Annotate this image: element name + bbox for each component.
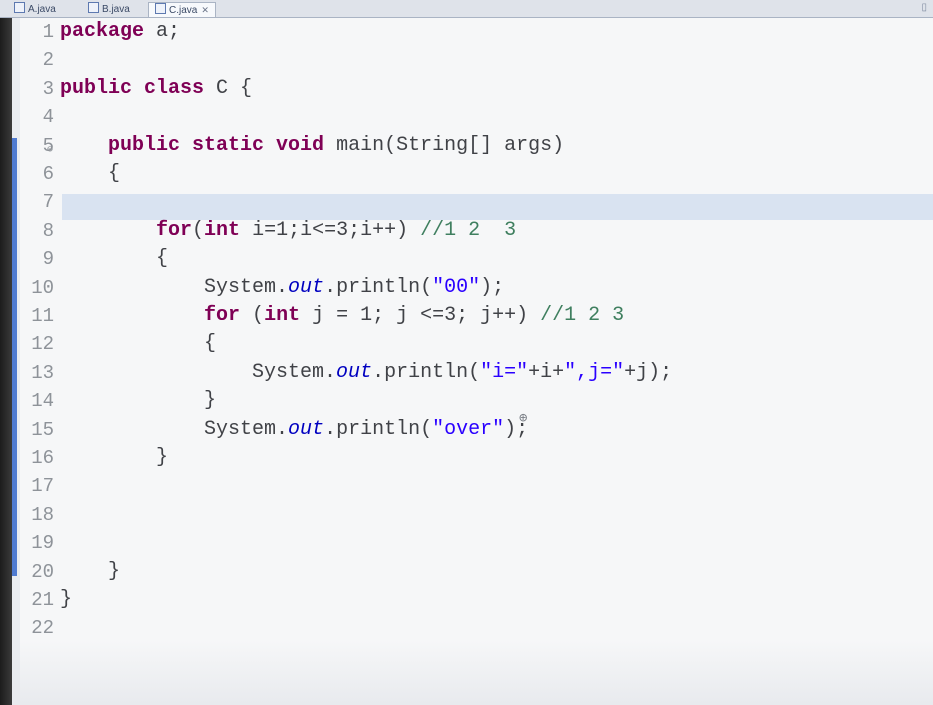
code-line[interactable]: 2	[12, 46, 933, 74]
java-file-icon	[88, 2, 99, 13]
code-line[interactable]: 15 System.out.println("over");	[12, 416, 933, 444]
close-tab-icon[interactable]: ✕	[201, 5, 209, 15]
code-line[interactable]: 14 }	[12, 387, 933, 415]
code-line[interactable]: 8 for(int i=1;i<=3;i++) //1 2 3	[12, 217, 933, 245]
line-number: 15	[31, 418, 54, 441]
code-text[interactable]: for(int i=1;i<=3;i++) //1 2 3	[60, 217, 516, 245]
monitor-bezel	[0, 0, 12, 705]
code-line[interactable]: 3 public class C {	[12, 75, 933, 103]
line-number: 1	[42, 21, 54, 43]
tab-label: C.java	[169, 5, 198, 16]
tab-b-java[interactable]: B.java	[88, 2, 130, 16]
line-number: 10	[31, 276, 54, 299]
code-text[interactable]: for (int j = 1; j <=3; j++) //1 2 3	[60, 302, 624, 330]
code-line[interactable]: 22	[12, 614, 933, 642]
line-number: 12	[31, 333, 54, 356]
code-line[interactable]: 19	[12, 529, 933, 557]
code-text[interactable]: }	[60, 586, 72, 614]
tab-label: B.java	[102, 4, 130, 15]
line-number: 7	[42, 191, 54, 214]
code-line[interactable]: 21}	[12, 586, 933, 614]
line-number: 3	[42, 77, 54, 100]
code-text[interactable]: }	[60, 444, 168, 472]
code-text[interactable]: System.out.println("00");	[60, 274, 504, 302]
line-number: 22	[31, 617, 54, 640]
tab-c-java[interactable]: C.java ✕	[148, 2, 216, 17]
code-text[interactable]: }	[60, 387, 216, 415]
tab-overflow-icon[interactable]: ▯	[921, 2, 927, 13]
collapse-marker-icon[interactable]: ⊖	[47, 144, 53, 156]
line-number: 13	[31, 361, 54, 384]
code-line[interactable]: 17	[12, 472, 933, 500]
code-line[interactable]: 1 package a;	[12, 18, 933, 46]
screen-glare	[12, 640, 933, 705]
code-text[interactable]: public static void main(String[] args)	[60, 132, 564, 160]
code-text[interactable]: {	[60, 330, 216, 358]
code-line[interactable]: 4	[12, 103, 933, 131]
line-number: 18	[31, 503, 54, 526]
line-number: 20	[31, 560, 54, 583]
code-text[interactable]: System.out.println("i="+i+",j="+j);	[60, 359, 672, 387]
line-number: 19	[31, 532, 54, 555]
editor-tab-bar: A.java B.java C.java ✕ ▯	[0, 0, 933, 18]
code-line[interactable]: 13 System.out.println("i="+i+",j="+j);	[12, 359, 933, 387]
line-number: 2	[42, 49, 54, 72]
java-file-icon	[14, 2, 25, 13]
code-line[interactable]: 16 }	[12, 444, 933, 472]
line-number: 21	[31, 589, 54, 611]
code-line[interactable]: 9 {	[12, 245, 933, 273]
tab-a-java[interactable]: A.java	[14, 2, 56, 16]
code-line[interactable]: 18	[12, 501, 933, 529]
line-number: 9	[42, 248, 54, 271]
code-text[interactable]: public class C {	[60, 75, 252, 103]
line-number: 8	[42, 219, 54, 242]
code-line[interactable]: 20 }	[12, 558, 933, 586]
code-text[interactable]: {	[60, 245, 168, 273]
code-editor[interactable]: 1 package a; 2 3 public class C { 4 5 public s…	[12, 18, 933, 705]
code-text[interactable]: package a;	[60, 18, 180, 46]
code-line[interactable]: 11 for (int j = 1; j <=3; j++) //1 2 3	[12, 302, 933, 330]
java-file-icon	[155, 3, 166, 14]
line-number: 14	[31, 390, 54, 413]
code-line[interactable]: 12 {	[12, 330, 933, 358]
magnifier-cursor-icon: ⊕	[519, 411, 528, 427]
tab-label: A.java	[28, 4, 56, 15]
code-line[interactable]: 7	[12, 188, 933, 216]
line-number: 11	[31, 305, 54, 327]
code-line[interactable]: 5 public static void main(String[] args)	[12, 132, 933, 160]
line-number: 4	[42, 106, 54, 129]
code-text[interactable]: System.out.println("over");	[60, 416, 528, 444]
code-text[interactable]: }	[60, 558, 120, 586]
code-line[interactable]: 10 System.out.println("00");	[12, 274, 933, 302]
line-number: 6	[42, 163, 54, 185]
line-number: 17	[31, 475, 54, 498]
line-number: 16	[31, 447, 54, 469]
code-text[interactable]: {	[60, 160, 120, 188]
code-line[interactable]: 6 {	[12, 160, 933, 188]
